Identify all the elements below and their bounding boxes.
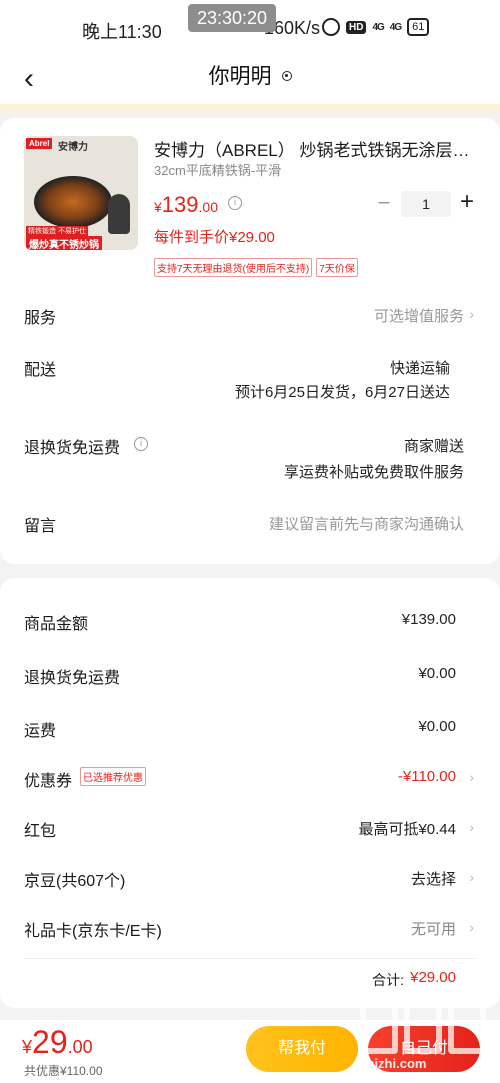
shipping-fee-label: 运费 [24,723,57,740]
delivery-method: 快递运输 [389,360,450,377]
return-shipping-value: 商家赠送 [403,438,464,455]
product-image-tag: 精铁锻造 不易护仕 [26,226,88,236]
signal-icon-2: 4G [389,21,402,33]
goods-amount-label: 商品金额 [24,616,89,633]
product-image[interactable]: Abrel 安博力 精铁锻造 不易护仕 爆炒真不锈炒锅 [24,136,138,250]
price-currency: ¥ [154,199,162,215]
coupon-label[interactable]: 优惠券 [24,767,72,791]
jingdou-value[interactable]: 去选择 [411,868,456,889]
divider [24,958,476,959]
header: ‹ 你明明 [0,56,500,104]
battery-icon: 61 [407,18,430,36]
chevron-right-icon: › [469,306,474,322]
delivery-estimate: 预计6月25日发货，6月27日送达 [234,384,450,401]
header-title[interactable]: 你明明 [0,60,500,90]
price-summary-card: 商品金额 ¥139.00 退换货免运费 ¥0.00 运费 ¥0.00 优惠券 已… [0,578,500,1008]
coupon-badge: 已选推荐优惠 [80,767,146,786]
product-image-slogan: 爆炒真不锈炒锅 [26,236,102,250]
header-band [0,104,500,118]
coupon-value[interactable]: -¥110.00 [398,768,456,785]
submit-order-button[interactable]: 自己付 [368,1026,480,1072]
chevron-right-icon: › [469,869,474,885]
bottom-discount: 共优惠¥110.00 [24,1064,103,1078]
status-icons: HD 4G 4G 61 [322,18,430,36]
quantity-minus-button[interactable]: − [374,190,394,216]
product-price: ¥139.00 [154,192,218,218]
goods-amount-value: ¥139.00 [401,611,456,628]
message-input[interactable]: 建议留言前先与商家沟通确认 [269,513,464,534]
location-icon [281,71,292,81]
bottom-price-currency: ¥ [22,1037,33,1057]
product-spec[interactable]: 32cm平底精铁锅-平滑 [154,160,281,179]
return-fee-value: ¥0.00 [418,665,456,682]
alarm-icon [322,18,340,36]
product-title[interactable]: 安博力（ABREL） 炒锅老式铁锅无涂层家… [154,136,484,161]
return-shipping-row[interactable]: 退换货免运费 i 商家赠送 享运费补贴或免费取件服务 [0,434,500,484]
return-shipping-label: 退换货免运费 [24,440,121,457]
quantity-plus-button[interactable]: + [456,188,478,216]
jingdou-label[interactable]: 京豆(共607个) [24,867,125,891]
hd-icon: HD [346,20,367,34]
help-pay-button[interactable]: 帮我付 [246,1026,358,1072]
bottom-price-decimal: .00 [67,1037,93,1057]
service-row[interactable]: 服务 可选增值服务 › [0,304,500,334]
status-time: 晚上11:30 [82,22,162,42]
wok-picture [34,176,112,228]
chevron-right-icon: › [469,819,474,835]
return-policy-badge: 支持7天无理由退货(使用后不支持) [154,258,313,277]
gift-card-label[interactable]: 礼品卡(京东卡/E卡) [24,917,162,941]
bottom-total-price: ¥29.00 [22,1024,93,1061]
product-image-brand-cn: 安博力 [58,142,88,153]
price-decimal: .00 [198,199,218,215]
header-title-text: 你明明 [208,65,272,88]
total-value: ¥29.00 [410,969,456,986]
service-label: 服务 [24,310,57,327]
order-info-card: Abrel 安博力 精铁锻造 不易护仕 爆炒真不锈炒锅 安博力（ABREL） 炒… [0,118,500,564]
chevron-right-icon: › [469,919,474,935]
delivery-row[interactable]: 配送 快递运输 预计6月25日发货，6月27日送达 [0,356,500,406]
clock-overlay: 23:30:20 [188,4,276,32]
price-integer: 139 [161,192,199,217]
status-bar: 晚上11:30 160K/s HD 4G 4G 61 23:30:20 [0,0,500,56]
quantity-input[interactable]: 1 [401,191,451,217]
bottom-bar: ¥29.00 共优惠¥110.00 帮我付 自己付 [0,1020,500,1083]
return-shipping-detail: 享运费补贴或免费取件服务 [283,464,464,481]
price-info-icon[interactable]: i [228,196,242,210]
per-item-price: 每件到手价¥29.00 [154,229,275,246]
chevron-right-icon: › [469,769,474,785]
message-row[interactable]: 留言 建议留言前先与商家沟通确认 [0,512,500,542]
product-image-brand: Abrel [26,138,53,149]
message-label: 留言 [24,518,57,535]
return-info-icon[interactable]: i [134,437,148,451]
signal-icon: 4G [372,21,384,33]
return-fee-label: 退换货免运费 [24,670,121,687]
service-badges: 支持7天无理由退货(使用后不支持) 7天价保 [154,258,358,277]
service-value: 可选增值服务 [373,308,464,325]
red-packet-value[interactable]: 最高可抵¥0.44 [358,818,456,839]
red-packet-label[interactable]: 红包 [24,817,56,841]
gift-card-value[interactable]: 无可用 [411,918,456,939]
person-picture [108,194,130,234]
bottom-price-integer: 29 [32,1024,68,1060]
delivery-label: 配送 [24,362,57,379]
shipping-fee-value: ¥0.00 [418,718,456,735]
total-label: 合计: [372,972,404,988]
price-protect-badge: 7天价保 [316,258,358,277]
